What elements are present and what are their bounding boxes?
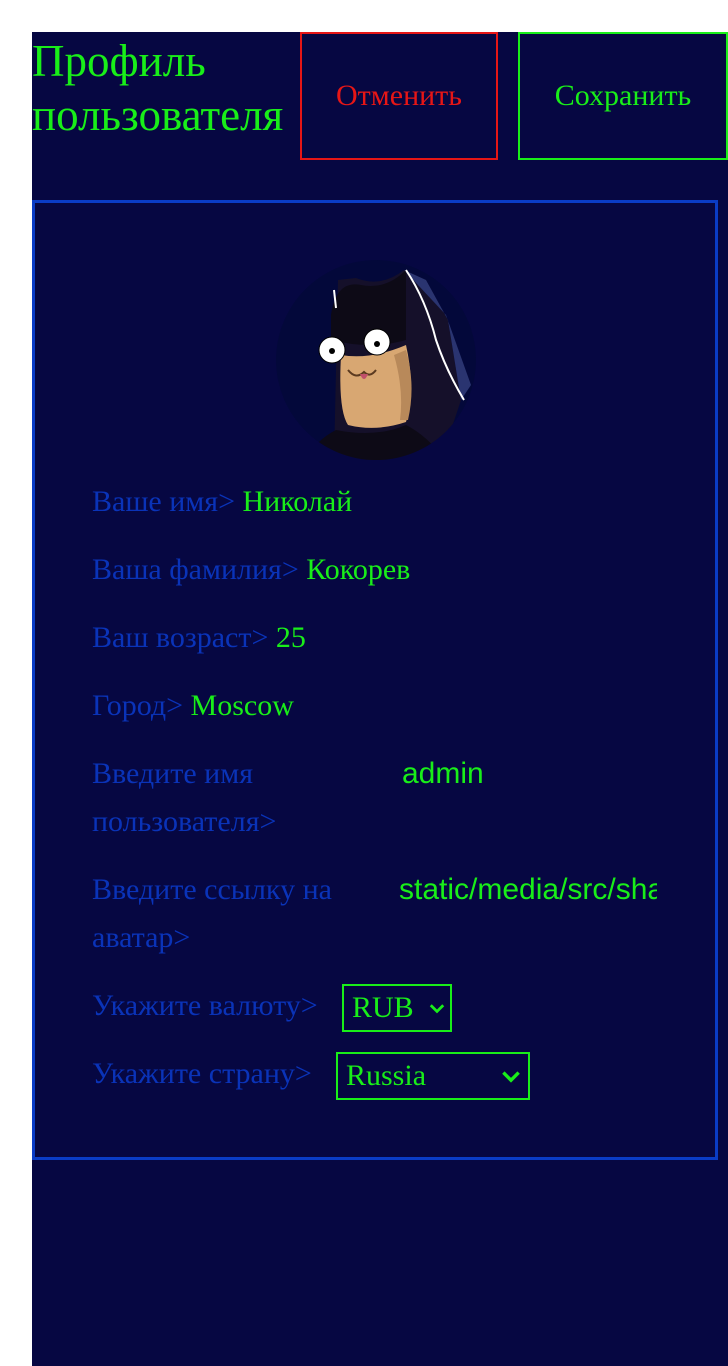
page-title: Профиль пользователя — [32, 36, 284, 140]
avatar-url-label: Введите ссылку на аватар> — [92, 873, 332, 954]
country-select[interactable]: Russia — [336, 1052, 530, 1100]
age-value[interactable]: 25 — [276, 621, 306, 654]
surname-row: Ваша фамилия> Кокорев — [92, 546, 410, 594]
city-row: Город> Moscow — [92, 682, 294, 730]
city-value[interactable]: Moscow — [191, 689, 294, 722]
country-row: Укажите страну> — [92, 1050, 312, 1098]
username-input[interactable]: admin — [402, 750, 662, 798]
surname-label: Ваша фамилия> — [92, 553, 299, 586]
currency-select-value: RUB — [352, 991, 414, 1024]
currency-select[interactable]: RUB — [342, 984, 452, 1032]
username-label: Введите имя пользователя> — [92, 757, 277, 838]
chevron-down-icon — [502, 1071, 520, 1083]
avatar — [276, 260, 476, 460]
country-label: Укажите страну> — [92, 1057, 312, 1090]
city-label: Город> — [92, 689, 184, 722]
surname-value[interactable]: Кокорев — [306, 553, 410, 586]
profile-card: Ваше имя> Николай Ваша фамилия> Кокорев … — [32, 200, 718, 1160]
age-row: Ваш возраст> 25 — [92, 614, 306, 662]
avatar-url-input[interactable]: static/media/src/shar — [399, 866, 657, 914]
save-button[interactable]: Сохранить — [518, 32, 728, 160]
name-label: Ваше имя> — [92, 485, 235, 518]
batman-avatar-icon — [276, 260, 476, 460]
cancel-button[interactable]: Отменить — [300, 32, 498, 160]
name-row: Ваше имя> Николай — [92, 478, 352, 526]
currency-label: Укажите валюту> — [92, 989, 318, 1022]
age-label: Ваш возраст> — [92, 621, 269, 654]
currency-row: Укажите валюту> — [92, 982, 318, 1030]
name-value[interactable]: Николай — [243, 485, 353, 518]
country-select-value: Russia — [346, 1059, 427, 1092]
chevron-down-icon — [429, 1004, 445, 1014]
profile-page: Профиль пользователя Отменить Сохранить — [32, 32, 728, 1366]
